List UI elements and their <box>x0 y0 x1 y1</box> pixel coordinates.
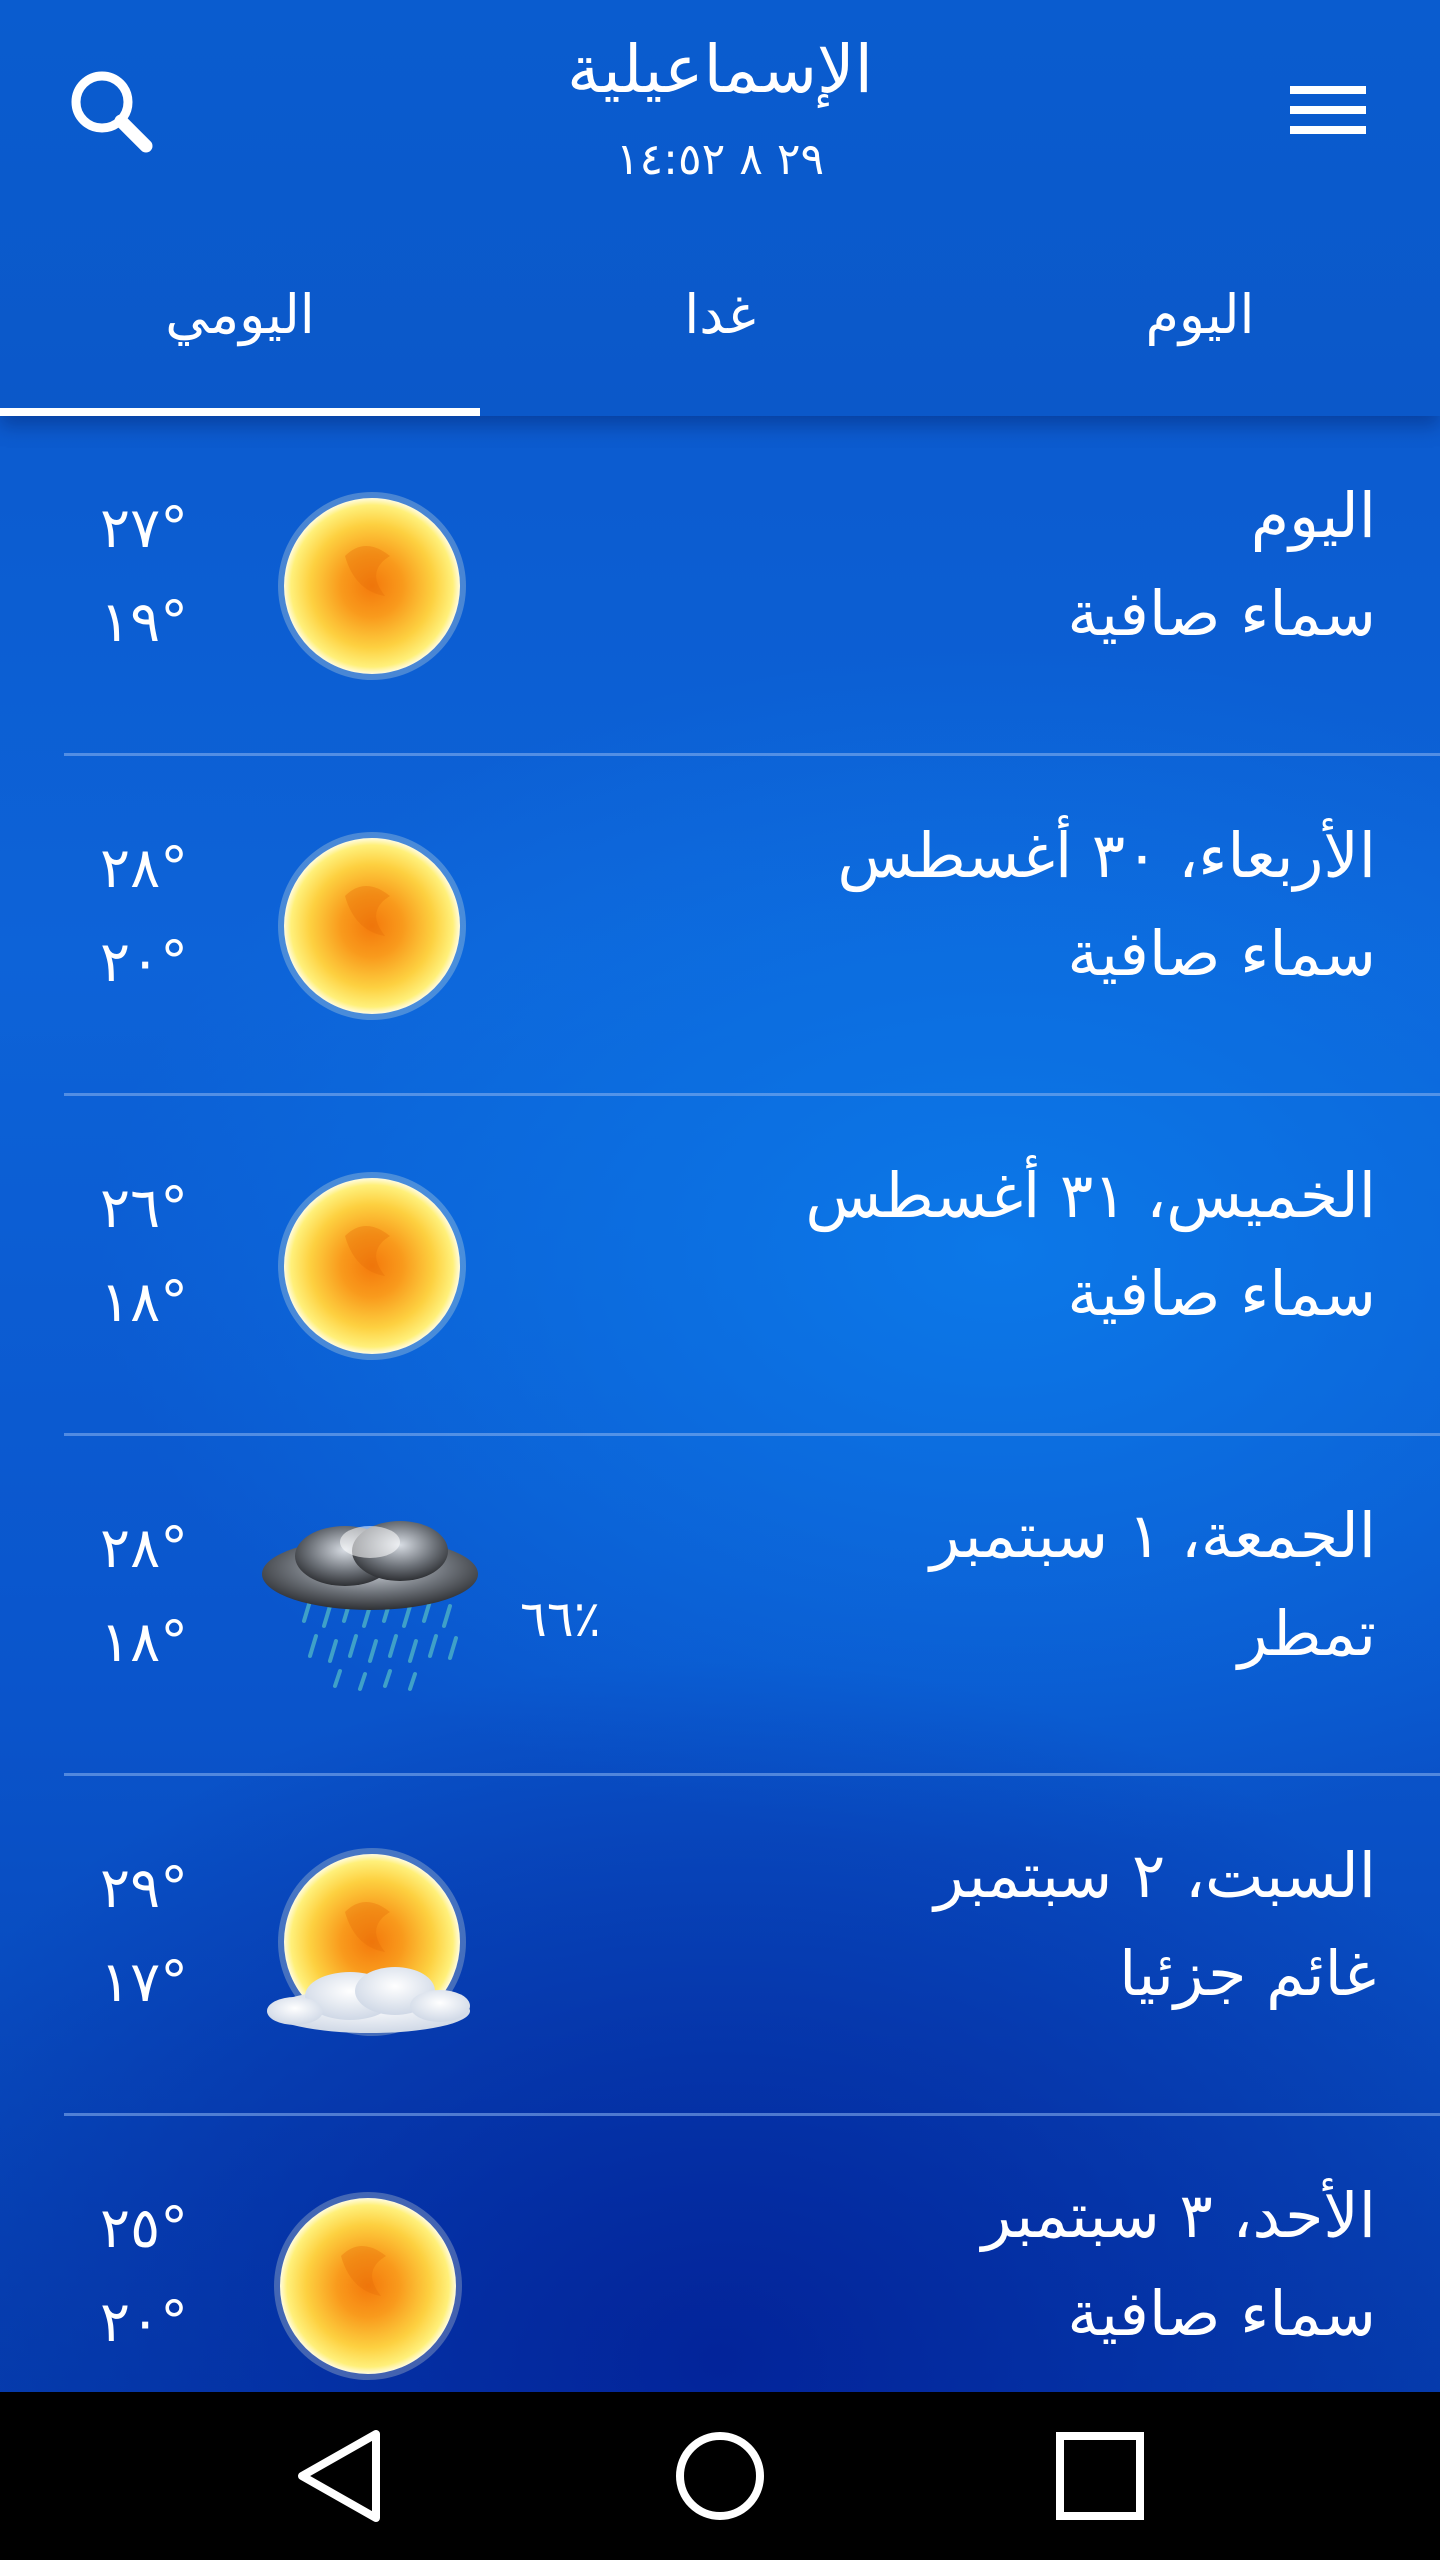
forecast-day: الأربعاء، ٣٠ أغسطس <box>837 819 1376 892</box>
tab-indicator <box>0 408 480 416</box>
back-button[interactable] <box>280 2416 400 2536</box>
tab-bar: اليومي غدا اليوم <box>0 250 1440 416</box>
menu-button[interactable] <box>1278 70 1378 150</box>
forecast-condition: سماء صافية <box>1067 1257 1376 1330</box>
forecast-day: الخميس، ٣١ أغسطس <box>805 1159 1376 1232</box>
search-button[interactable] <box>62 62 162 162</box>
forecast-low: ١٨° <box>100 1270 189 1335</box>
sun-icon <box>250 486 490 686</box>
sun-icon <box>250 1166 490 1366</box>
forecast-condition: تمطر <box>1237 1597 1376 1670</box>
forecast-row-1[interactable]: الأربعاء، ٣٠ أغسطس سماء صافية ٢٨° ٢٠° <box>0 756 1440 1096</box>
forecast-high: ٢٥° <box>100 2196 189 2261</box>
tab-daily[interactable]: اليومي <box>0 250 480 416</box>
system-nav-bar <box>0 2392 1440 2560</box>
sun-icon <box>250 826 490 1026</box>
tab-today[interactable]: اليوم <box>960 250 1440 416</box>
recents-button[interactable] <box>1040 2416 1160 2536</box>
forecast-condition: سماء صافية <box>1067 2277 1376 2350</box>
forecast-high: ٢٨° <box>100 836 189 901</box>
forecast-day: الأحد، ٣ سبتمبر <box>981 2179 1376 2252</box>
forecast-day: اليوم <box>1250 479 1376 552</box>
forecast-high: ٢٦° <box>100 1176 189 1241</box>
forecast-day: الجمعة، ١ سبتمبر <box>929 1499 1376 1572</box>
precipitation-chance: ٦٦٪ <box>520 1590 601 1648</box>
sun-icon <box>250 2186 490 2386</box>
forecast-row-2[interactable]: الخميس، ٣١ أغسطس سماء صافية ٢٦° ١٨° <box>0 1096 1440 1436</box>
forecast-row-3[interactable]: الجمعة، ١ سبتمبر تمطر ٢٨° ١٨° ٦٦٪ <box>0 1436 1440 1776</box>
forecast-low: ٢٠° <box>100 930 189 995</box>
forecast-day: السبت، ٢ سبتمبر <box>934 1839 1376 1912</box>
forecast-low: ١٩° <box>100 590 189 655</box>
home-circle-icon <box>676 2432 764 2520</box>
forecast-high: ٢٨° <box>100 1516 189 1581</box>
forecast-row-0[interactable]: اليوم سماء صافية ٢٧° ١٩° <box>0 416 1440 756</box>
forecast-high: ٢٧° <box>100 496 189 561</box>
forecast-high: ٢٩° <box>100 1856 189 1921</box>
forecast-condition: غائم جزئيا <box>1119 1937 1376 2010</box>
recents-square-icon <box>1056 2432 1144 2520</box>
app-header: الإسماعيلية ٢٩ ٨ ١٤:٥٢ اليومي غدا اليوم <box>0 0 1440 416</box>
city-title: الإسماعيلية <box>567 31 873 108</box>
app-screen: الإسماعيلية ٢٩ ٨ ١٤:٥٢ اليومي غدا اليوم … <box>0 0 1440 2392</box>
partly-cloudy-icon <box>250 1846 490 2046</box>
forecast-low: ١٨° <box>100 1610 189 1675</box>
forecast-row-4[interactable]: السبت، ٢ سبتمبر غائم جزئيا ٢٩° ١٧° <box>0 1776 1440 2116</box>
home-button[interactable] <box>660 2416 780 2536</box>
search-icon <box>71 71 153 153</box>
date-time: ٢٩ ٨ ١٤:٥٢ <box>615 134 825 185</box>
hamburger-menu-icon <box>1290 86 1366 134</box>
tab-tomorrow[interactable]: غدا <box>480 250 960 416</box>
rain-cloud-icon <box>250 1506 490 1706</box>
forecast-condition: سماء صافية <box>1067 577 1376 650</box>
back-triangle-icon <box>298 2430 380 2522</box>
forecast-low: ٢٠° <box>100 2290 189 2355</box>
forecast-condition: سماء صافية <box>1067 917 1376 990</box>
forecast-low: ١٧° <box>100 1950 189 2015</box>
